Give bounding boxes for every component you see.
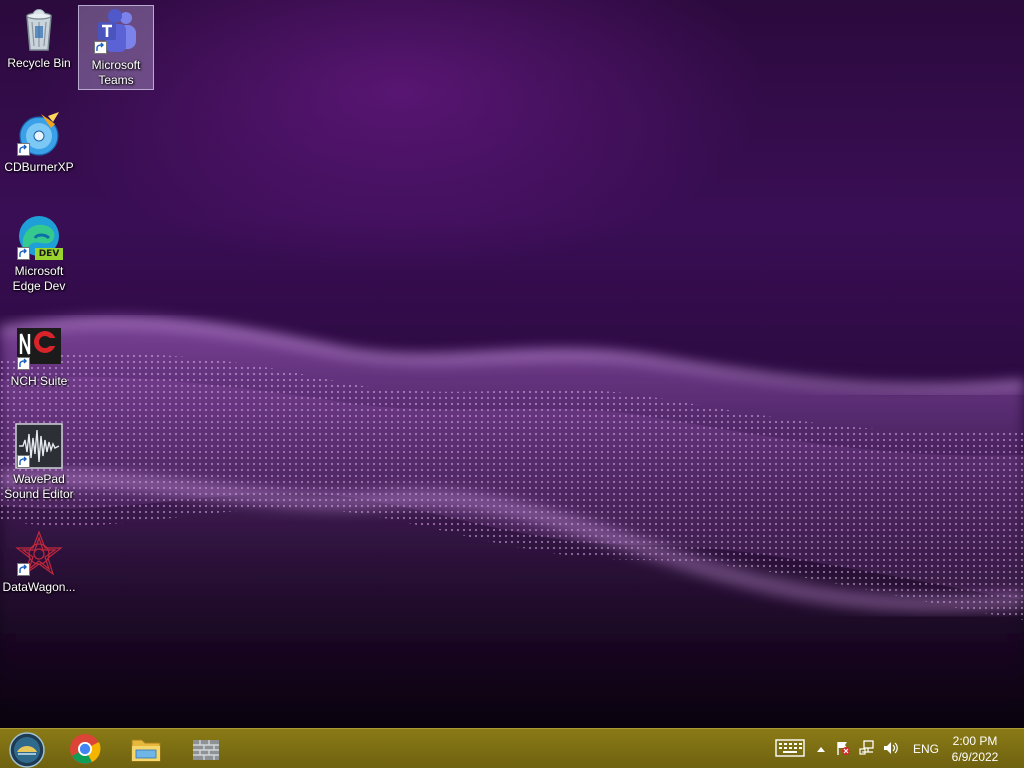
- volume-button[interactable]: [880, 729, 902, 769]
- nch-suite-icon: [15, 324, 63, 372]
- taskbar-item-file-explorer[interactable]: [119, 731, 173, 767]
- touch-keyboard-button[interactable]: [772, 729, 808, 769]
- show-hidden-icons-button[interactable]: [812, 729, 830, 769]
- desktop-icon-nch-suite[interactable]: NCH Suite: [1, 322, 77, 389]
- recycle-bin-icon: [15, 6, 63, 54]
- clock-date: 6/9/2022: [951, 750, 999, 764]
- desktop-icon-datawagon[interactable]: DataWagon...: [1, 528, 77, 595]
- chrome-icon: [58, 732, 112, 766]
- taskbar: ENG 2:00 PM 6/9/2022: [0, 728, 1024, 768]
- desktop-icon-label: CDBurnerXP: [4, 160, 74, 174]
- desktop-icon-label: Microsoft Teams: [91, 58, 141, 87]
- desktop-icon-wavepad[interactable]: WavePad Sound Editor: [1, 420, 77, 502]
- shortcut-arrow-icon: [17, 455, 30, 468]
- taskbar-item-chrome[interactable]: [58, 731, 112, 767]
- shortcut-arrow-icon: [17, 357, 30, 370]
- edge-dev-icon: DEV: [15, 214, 63, 262]
- network-button[interactable]: [856, 729, 878, 769]
- chevron-up-icon: [816, 742, 826, 756]
- shortcut-arrow-icon: [17, 247, 30, 260]
- wallpaper-wave: [0, 316, 1024, 728]
- desktop[interactable]: Recycle Bin Microsoft Teams CDBurnerXP D…: [0, 0, 1024, 728]
- datawagon-icon: [15, 530, 63, 578]
- dev-badge: DEV: [38, 249, 60, 259]
- microsoft-teams-icon: [92, 8, 140, 56]
- action-center-button[interactable]: [832, 729, 854, 769]
- taskbar-item-firewall[interactable]: [179, 731, 233, 767]
- desktop-icon-microsoft-teams[interactable]: Microsoft Teams: [78, 5, 154, 90]
- shortcut-arrow-icon: [17, 563, 30, 576]
- desktop-icon-recycle-bin[interactable]: Recycle Bin: [1, 4, 77, 71]
- desktop-icon-label: DataWagon...: [2, 580, 76, 594]
- start-orb-icon: [0, 732, 54, 768]
- desktop-icon-label: NCH Suite: [10, 374, 68, 388]
- clock-time: 2:00 PM: [952, 734, 998, 748]
- desktop-icon-label: Recycle Bin: [7, 56, 71, 70]
- desktop-icon-label: Microsoft Edge Dev: [12, 264, 66, 293]
- cdburnerxp-icon: [15, 110, 63, 158]
- touch-keyboard-icon: [775, 738, 805, 760]
- system-tray: ENG 2:00 PM 6/9/2022: [764, 729, 1024, 769]
- shortcut-arrow-icon: [94, 41, 107, 54]
- desktop-icon-label: WavePad Sound Editor: [4, 472, 74, 501]
- wavepad-icon: [15, 422, 63, 470]
- start-button[interactable]: [0, 731, 54, 768]
- network-icon: [859, 739, 875, 759]
- language-indicator[interactable]: ENG: [908, 729, 944, 769]
- wall-icon: [179, 732, 233, 766]
- clock[interactable]: 2:00 PM 6/9/2022: [940, 733, 1010, 765]
- shortcut-arrow-icon: [17, 143, 30, 156]
- desktop-icon-microsoft-edge-dev[interactable]: DEV Microsoft Edge Dev: [1, 212, 77, 294]
- speaker-icon: [883, 740, 899, 759]
- file-explorer-icon: [119, 732, 173, 766]
- language-label: ENG: [912, 742, 939, 756]
- flag-alert-icon: [835, 740, 851, 759]
- desktop-icon-cdburnerxp[interactable]: CDBurnerXP: [1, 108, 77, 175]
